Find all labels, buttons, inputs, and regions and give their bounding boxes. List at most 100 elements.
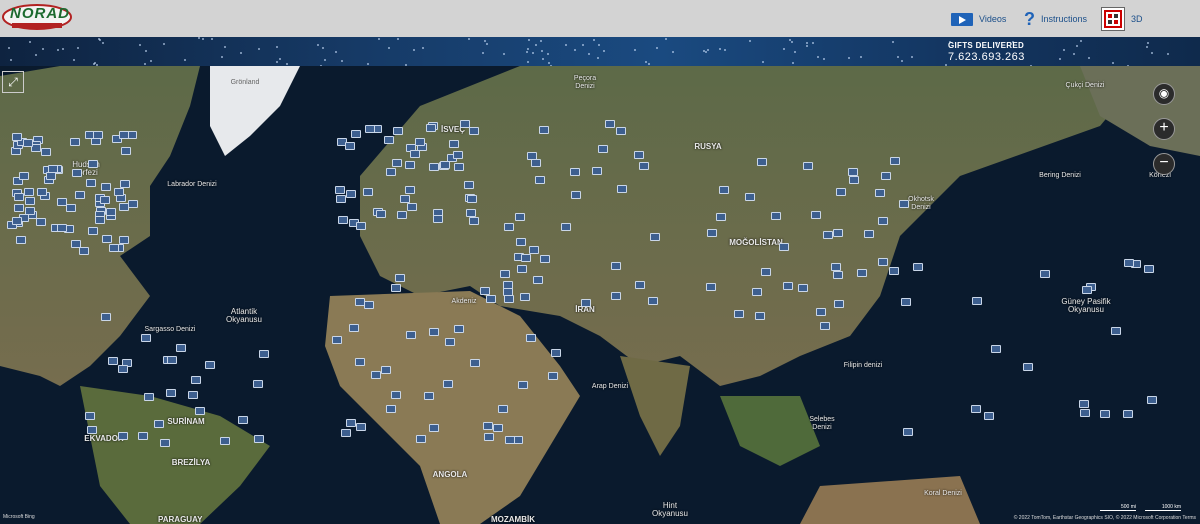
gift-marker[interactable] — [756, 158, 767, 167]
gift-marker[interactable] — [175, 344, 186, 353]
gift-marker[interactable] — [138, 432, 149, 441]
gift-marker[interactable] — [517, 381, 528, 389]
gift-marker[interactable] — [167, 355, 178, 364]
map-credits[interactable]: © 2022 TomTom, Earthstar Geographics SIO… — [1014, 515, 1196, 521]
gift-marker[interactable] — [647, 297, 658, 306]
gift-marker[interactable] — [715, 213, 726, 222]
gift-marker[interactable] — [415, 138, 426, 147]
gift-marker[interactable] — [580, 299, 591, 307]
gift-marker[interactable] — [78, 246, 89, 255]
gift-marker[interactable] — [397, 211, 408, 220]
gift-marker[interactable] — [560, 223, 571, 232]
gift-marker[interactable] — [346, 190, 357, 199]
gift-marker[interactable] — [875, 188, 886, 197]
gift-marker[interactable] — [453, 150, 464, 159]
gift-marker[interactable] — [1079, 400, 1090, 409]
gift-marker[interactable] — [1039, 269, 1050, 278]
gift-marker[interactable] — [14, 204, 25, 213]
gift-marker[interactable] — [1080, 408, 1091, 417]
gift-marker[interactable] — [119, 179, 130, 188]
gift-marker[interactable] — [409, 149, 420, 158]
gift-marker[interactable] — [95, 216, 106, 225]
gift-marker[interactable] — [830, 263, 841, 272]
gift-marker[interactable] — [492, 424, 503, 433]
gift-marker[interactable] — [516, 265, 527, 274]
gift-marker[interactable] — [37, 187, 48, 196]
gift-marker[interactable] — [166, 388, 177, 397]
gift-marker[interactable] — [878, 217, 888, 226]
gift-marker[interactable] — [569, 167, 580, 176]
gift-marker[interactable] — [118, 432, 129, 441]
gift-marker[interactable] — [465, 209, 476, 218]
gift-marker[interactable] — [718, 185, 729, 194]
gift-marker[interactable] — [101, 312, 112, 321]
gift-marker[interactable] — [24, 196, 35, 205]
gift-marker[interactable] — [433, 214, 444, 223]
gift-marker[interactable] — [899, 200, 909, 209]
gift-marker[interactable] — [331, 336, 342, 345]
gift-marker[interactable] — [429, 163, 440, 172]
gift-marker[interactable] — [394, 273, 405, 282]
gift-marker[interactable] — [500, 270, 511, 279]
gift-marker[interactable] — [1099, 409, 1110, 418]
gift-marker[interactable] — [204, 361, 215, 370]
gift-marker[interactable] — [35, 218, 46, 227]
gift-marker[interactable] — [519, 292, 530, 301]
gift-marker[interactable] — [340, 428, 351, 437]
gift-marker[interactable] — [833, 299, 844, 308]
gift-marker[interactable] — [888, 266, 899, 275]
gift-marker[interactable] — [752, 288, 763, 297]
gift-marker[interactable] — [92, 130, 103, 139]
gift-marker[interactable] — [355, 298, 366, 307]
gift-marker[interactable] — [706, 229, 717, 238]
gift-marker[interactable] — [516, 237, 527, 246]
gift-marker[interactable] — [337, 216, 348, 225]
gift-marker[interactable] — [380, 365, 391, 374]
gift-marker[interactable] — [391, 159, 402, 168]
gift-marker[interactable] — [119, 131, 130, 140]
gift-marker[interactable] — [404, 160, 415, 169]
gift-marker[interactable] — [819, 321, 830, 330]
gift-marker[interactable] — [548, 371, 559, 380]
gift-marker[interactable] — [13, 192, 24, 201]
locate-button[interactable]: ◉ — [1153, 83, 1175, 105]
videos-link[interactable]: Videos — [951, 8, 1006, 30]
gift-marker[interactable] — [779, 243, 790, 252]
gift-marker[interactable] — [469, 127, 480, 136]
gift-marker[interactable] — [535, 175, 546, 184]
gift-marker[interactable] — [571, 190, 582, 199]
instructions-link[interactable]: ? Instructions — [1024, 8, 1087, 30]
gift-marker[interactable] — [901, 297, 912, 306]
gift-marker[interactable] — [504, 223, 515, 232]
gift-marker[interactable] — [597, 144, 608, 153]
zoom-in-button[interactable]: + — [1153, 118, 1175, 140]
gift-marker[interactable] — [220, 436, 231, 445]
gift-marker[interactable] — [848, 176, 859, 185]
gift-marker[interactable] — [591, 166, 602, 175]
gift-marker[interactable] — [551, 349, 562, 358]
gift-marker[interactable] — [890, 156, 901, 165]
gift-marker[interactable] — [971, 297, 982, 306]
gift-marker[interactable] — [386, 404, 397, 413]
gift-marker[interactable] — [754, 311, 765, 320]
gift-marker[interactable] — [393, 126, 404, 135]
gift-marker[interactable] — [140, 334, 151, 343]
gift-marker[interactable] — [195, 407, 206, 416]
gift-marker[interactable] — [760, 268, 771, 277]
gift-marker[interactable] — [864, 230, 874, 239]
gift-marker[interactable] — [406, 330, 417, 339]
gift-marker[interactable] — [69, 137, 80, 146]
gift-marker[interactable] — [443, 379, 454, 388]
gift-marker[interactable] — [467, 194, 478, 203]
gift-marker[interactable] — [1124, 259, 1135, 268]
gift-marker[interactable] — [19, 172, 30, 181]
gift-marker[interactable] — [459, 120, 470, 129]
gift-marker[interactable] — [74, 191, 85, 200]
gift-marker[interactable] — [153, 420, 164, 429]
gift-marker[interactable] — [391, 283, 401, 292]
gift-marker[interactable] — [364, 124, 375, 133]
gift-marker[interactable] — [46, 171, 57, 180]
gift-marker[interactable] — [383, 135, 394, 144]
gift-marker[interactable] — [259, 349, 270, 358]
gift-marker[interactable] — [913, 263, 924, 272]
